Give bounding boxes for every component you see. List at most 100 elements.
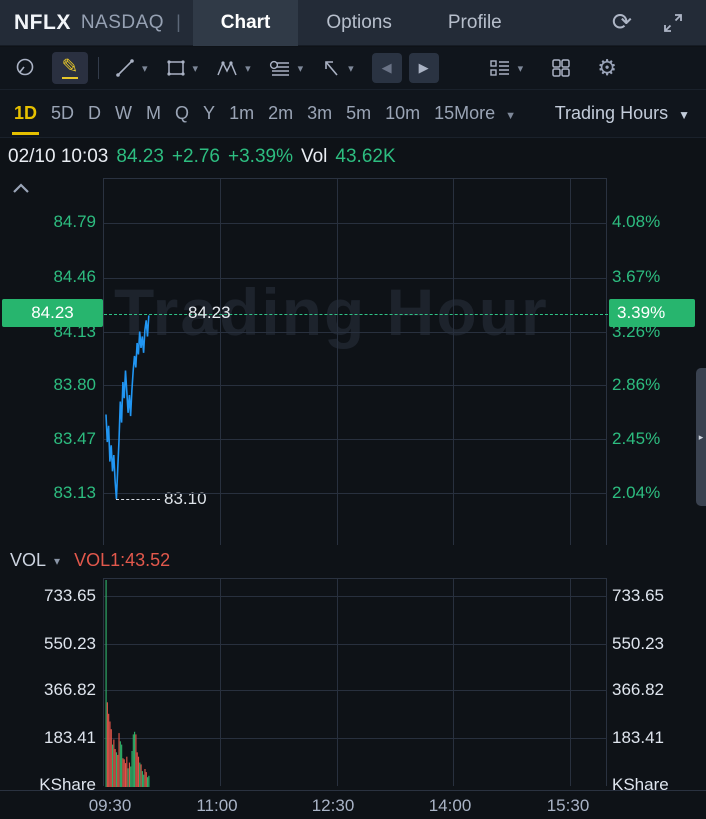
volume-bar — [139, 762, 141, 787]
timeframe-w[interactable]: W — [115, 103, 132, 124]
pct-axis-tick: 2.45% — [612, 429, 661, 448]
chevron-down-icon[interactable]: ▾ — [245, 62, 251, 75]
price-axis-tick: 84.46 — [53, 267, 96, 286]
grid-layout-icon — [552, 59, 570, 77]
volume-bar — [145, 772, 147, 787]
header-divider: | — [176, 12, 181, 32]
volume-axis-tick: 550.23 — [612, 634, 664, 653]
timeframe-more-dropdown[interactable]: More ▼ — [454, 103, 516, 124]
volume-bar — [141, 771, 143, 787]
undo-back-button[interactable]: ◀ — [371, 53, 402, 83]
timeframe-5d[interactable]: 5D — [51, 103, 74, 124]
crosshair-mode-icon — [16, 58, 34, 76]
volume-bar — [105, 580, 107, 787]
quote-change: +2.76 — [171, 146, 220, 167]
volume-chart[interactable] — [103, 578, 607, 787]
refresh-icon[interactable]: ⟳ — [612, 10, 632, 35]
volume-bar — [117, 754, 119, 787]
chevron-down-icon[interactable]: ▾ — [193, 62, 199, 75]
tab-chart[interactable]: Chart — [192, 0, 299, 46]
drawer-arrow-icon: ▸ — [698, 431, 704, 442]
volume-bar — [130, 766, 132, 787]
side-panel-handle[interactable]: ▸ — [696, 368, 706, 506]
chevron-down-icon[interactable]: ▾ — [348, 62, 354, 75]
top-bar: NFLX NASDAQ | Chart Options Profile ⟳ — [0, 0, 706, 46]
time-axis-tick: 12:30 — [311, 796, 355, 815]
redo-forward-button[interactable]: ▶ — [408, 53, 439, 83]
object-list-icon — [489, 60, 509, 76]
toolbar-divider — [98, 57, 99, 79]
symbol-ticker: NFLX — [14, 10, 71, 34]
volume-bar — [109, 721, 111, 787]
gear-icon[interactable]: ⚙ — [597, 55, 617, 81]
quote-vol-label: Vol — [300, 146, 328, 167]
crosshair-mode-tool[interactable] — [12, 55, 38, 81]
timeframe-5m[interactable]: 5m — [346, 103, 371, 124]
timeframe-y[interactable]: Y — [203, 103, 215, 124]
chevron-down-icon[interactable]: ▾ — [142, 62, 148, 75]
volume-bar — [147, 777, 149, 787]
timeframe-2m[interactable]: 2m — [268, 103, 293, 124]
quote-datetime: 02/10 10:03 — [8, 146, 109, 167]
volume-bar — [122, 758, 124, 787]
object-list-tool[interactable]: ▾ — [487, 56, 524, 80]
trading-hours-dropdown[interactable]: Trading Hours ▼ — [555, 103, 690, 124]
volume-bar — [131, 751, 133, 787]
timeframe-bar: 1D 5D D W M Q Y 1m 2m 3m 5m 10m 15 More … — [0, 90, 706, 138]
price-axis-tick: 83.80 — [53, 375, 96, 394]
timeframe-q[interactable]: Q — [175, 103, 189, 124]
arrow-annotation-tool[interactable]: ▾ — [319, 56, 354, 80]
timeframe-m[interactable]: M — [146, 103, 161, 124]
wave-pattern-icon — [217, 61, 237, 76]
timeframe-1m[interactable]: 1m — [229, 103, 254, 124]
time-axis-tick: 14:00 — [428, 796, 472, 815]
price-axis-tick: 83.13 — [53, 483, 96, 502]
current-pct-badge: 3.39% — [609, 299, 695, 327]
volume-bar — [128, 762, 130, 787]
time-axis-tick: 15:30 — [546, 796, 590, 815]
volume-axis-tick: 183.41 — [612, 728, 664, 747]
volume-bar — [108, 713, 110, 787]
arrow-cursor-icon — [325, 61, 338, 76]
volume-bar — [134, 731, 136, 787]
pencil-icon: ✎ — [61, 56, 79, 79]
timeframe-15m-clipped[interactable]: 15 — [434, 103, 454, 124]
volume-bar — [110, 729, 112, 787]
fullscreen-icon[interactable] — [662, 12, 684, 34]
timeframe-d[interactable]: D — [88, 103, 101, 124]
timeframe-3m[interactable]: 3m — [307, 103, 332, 124]
volume-bar — [135, 734, 137, 787]
volume-bar — [113, 739, 115, 787]
back-arrow-icon: ◀ — [381, 60, 392, 75]
timeframe-10m[interactable]: 10m — [385, 103, 420, 124]
wave-pattern-tool[interactable]: ▾ — [214, 56, 251, 80]
trend-line-tool[interactable]: ▾ — [113, 56, 148, 80]
shape-tool[interactable]: ▾ — [164, 56, 199, 80]
volume-bar — [148, 775, 150, 787]
drawing-toolbar: ✎ ▾ ▾ ▾ ▾ ▾ ◀ ▶ ▾ ⚙ — [0, 47, 706, 90]
chevron-down-icon[interactable]: ▾ — [298, 62, 304, 75]
volume-dropdown-icon[interactable]: ▾ — [54, 554, 60, 568]
volume-bar — [106, 702, 108, 787]
volume-bars-chart — [105, 580, 150, 787]
volume-bar — [118, 733, 120, 787]
gann-lines-icon — [269, 60, 289, 76]
chevron-down-icon[interactable]: ▾ — [518, 62, 524, 75]
current-price-dashed-line — [104, 314, 608, 315]
layout-grid-tool[interactable] — [549, 56, 573, 80]
chevron-down-icon: ▼ — [505, 110, 517, 122]
price-chart[interactable]: Trading Hour 84.23 83.10 — [103, 178, 608, 545]
volume-bar — [119, 741, 121, 787]
pct-axis-tick: 2.04% — [612, 483, 661, 502]
tab-options[interactable]: Options — [298, 0, 419, 46]
volume-bar — [140, 764, 142, 787]
time-axis-tick: 11:00 — [196, 796, 238, 815]
collapse-pane-button[interactable] — [12, 183, 30, 194]
volume-title: VOL — [10, 550, 47, 570]
tab-profile[interactable]: Profile — [420, 0, 530, 46]
current-price-badge: 84.23 — [2, 299, 103, 327]
draw-tool-active[interactable]: ✎ — [52, 52, 88, 84]
gann-lines-tool[interactable]: ▾ — [267, 56, 304, 80]
volume-bar — [132, 734, 134, 787]
timeframe-1d[interactable]: 1D — [11, 103, 40, 135]
